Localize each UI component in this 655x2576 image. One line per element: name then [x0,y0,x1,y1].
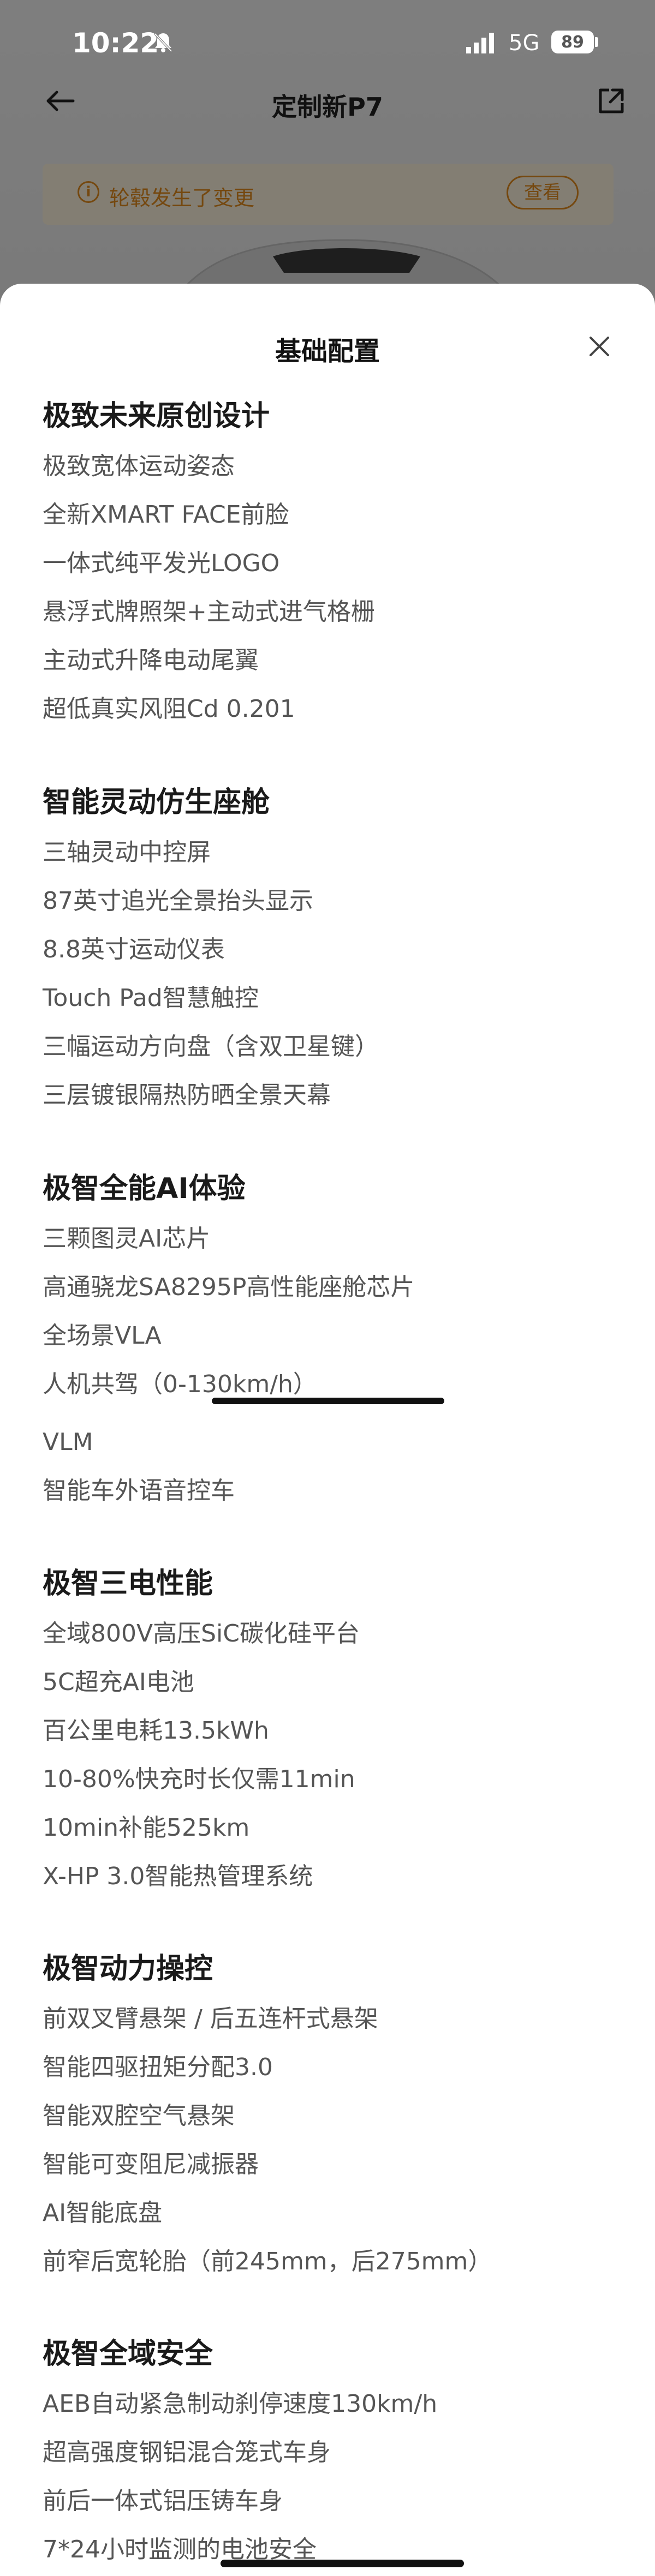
list-item: 智能可变阻尼减振器 [43,2150,259,2178]
share-icon [599,88,624,113]
section-title: 极致未来原创设计 [43,400,270,433]
list-item: 智能四驱扭矩分配3.0 [43,2053,273,2081]
list-item: 87英寸追光全景抬头显示 [43,887,313,915]
section-ai: 极智全能AI体验 三颗图灵AI芯片 高通骁龙SA8295P高性能座舱芯片 全场景… [43,1165,616,1515]
list-item: 智能车外语音控车 [43,1477,235,1505]
list-item: AI智能底盘 [43,2199,163,2227]
list-item: 一体式纯平发光LOGO [43,549,280,577]
page-title: 定制新P7 [272,92,383,122]
list-item: 10min补能525km [43,1814,250,1842]
section-title: 极智三电性能 [43,1567,213,1600]
section-handling: 极智动力操控 前双叉臂悬架 / 后五连杆式悬架 智能四驱扭矩分配3.0 智能双腔… [43,1945,616,2286]
list-item: 百公里电耗13.5kWh [43,1717,269,1745]
section-safety: 极智全域安全 AEB自动紧急制动刹停速度130km/h 超高强度钢铝混合笼式车身… [43,2331,616,2563]
section-design: 极致未来原创设计 极致宽体运动姿态 全新XMART FACE前脸 一体式纯平发光… [43,393,616,733]
list-item: 全域800V高压SiC碳化硅平台 [43,1620,360,1648]
section-power: 极智三电性能 全域800V高压SiC碳化硅平台 5C超充AI电池 百公里电耗13… [43,1560,616,1901]
list-item: 人机共驾（0-130km/h） [43,1370,317,1398]
list-item: 7*24小时监测的电池安全 [43,2536,317,2563]
share-button[interactable] [590,82,633,120]
list-item: 高通骁龙SA8295P高性能座舱芯片 [43,1273,415,1301]
list-item: 极致宽体运动姿态 [43,452,235,480]
list-item: 超低真实风阻Cd 0.201 [43,695,295,723]
list-item: 8.8英寸运动仪表 [43,936,225,963]
list-item: 超高强度钢铝混合笼式车身 [43,2439,331,2466]
list-item: 三颗图灵AI芯片 [43,1225,211,1253]
list-item: Touch Pad智慧触控 [43,984,259,1012]
list-item: 三幅运动方向盘（含双卫星键） [43,1033,379,1061]
section-title: 极智动力操控 [43,1952,213,1985]
status-bar: 10:22 5G 89 [0,0,655,82]
list-item: VLM [43,1428,93,1456]
list-item: 智能双腔空气悬架 [43,2102,235,2130]
section-title: 智能灵动仿生座舱 [43,786,270,819]
mute-bell-icon [154,33,172,52]
section-title: 极智全能AI体验 [43,1172,246,1205]
section-cockpit: 智能灵动仿生座舱 三轴灵动中控屏 87英寸追光全景抬头显示 8.8英寸运动仪表 … [43,779,616,1119]
close-icon [590,337,609,356]
list-item: 全场景VLA [43,1322,162,1350]
list-item: 前后一体式铝压铸车身 [43,2487,283,2515]
network-type: 5G [509,31,540,56]
list-item: AEB自动紧急制动刹停速度130km/h [43,2390,438,2418]
battery-level: 89 [561,32,584,52]
list-item: 全新XMART FACE前脸 [43,501,289,529]
list-item: 主动式升降电动尾翼 [43,646,259,674]
home-indicator[interactable] [221,2560,464,2567]
list-item: 前窄后宽轮胎（前245mm，后275mm） [43,2248,492,2275]
list-item: X-HP 3.0智能热管理系统 [43,1862,313,1890]
status-time: 10:22 [72,27,159,59]
list-item: 三层镀银隔热防晒全景天幕 [43,1081,331,1109]
basic-config-sheet: 基础配置 极致未来原创设计 极致宽体运动姿态 全新XMART FACE前脸 一体… [0,284,655,2576]
section-title: 极智全域安全 [43,2338,213,2370]
signal-icon [466,33,494,53]
close-button[interactable] [577,327,621,366]
battery-tip [595,37,598,47]
scroll-indicator[interactable] [212,1398,444,1404]
list-item: 5C超充AI电池 [43,1668,194,1696]
battery-icon: 89 [551,31,594,53]
list-item: 三轴灵动中控屏 [43,838,211,866]
list-item: 悬浮式牌照架+主动式进气格栅 [43,598,375,626]
list-item: 前双叉臂悬架 / 后五连杆式悬架 [43,2005,378,2033]
list-item: 10-80%快充时长仅需11min [43,1765,355,1793]
sheet-title: 基础配置 [275,336,380,367]
